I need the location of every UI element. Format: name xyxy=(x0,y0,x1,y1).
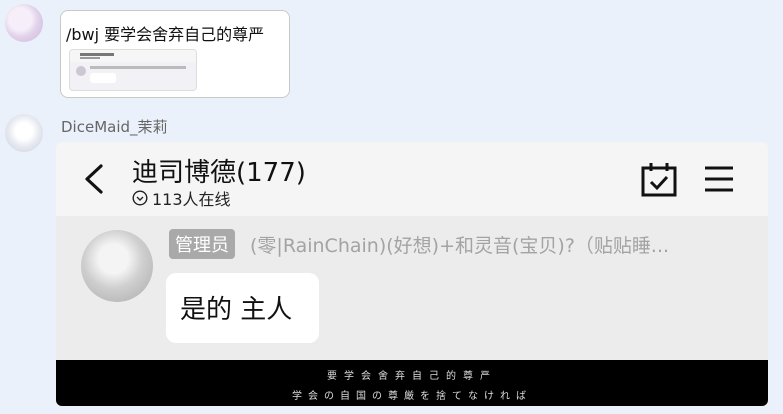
user-message-bubble: /bwj 要学会舍弃自己的尊严 xyxy=(60,10,290,98)
thumbnail-nick-line xyxy=(90,66,186,69)
thumbnail-bubble xyxy=(90,73,116,83)
thumbnail-subtitle-line xyxy=(80,57,100,59)
user-message-text: /bwj 要学会舍弃自己的尊严 xyxy=(66,25,265,44)
caption-line-chinese: 要学会舍弃自己的尊严 xyxy=(327,371,497,382)
thumbnail-title-line xyxy=(80,53,114,56)
caption-bar: 要学会舍弃自己的尊严 学会の自国の尊厳を捨てなければ xyxy=(56,360,768,406)
chevron-down-circle-icon xyxy=(132,190,148,206)
chat-header: 迪司博德(177) 113人在线 xyxy=(56,142,768,216)
member-avatar[interactable] xyxy=(81,230,153,302)
caption-line-japanese: 学会の自国の尊厳を捨てなければ xyxy=(292,391,532,402)
bot-avatar[interactable] xyxy=(5,114,43,152)
bot-sender-name: DiceMaid_茉莉 xyxy=(61,118,168,136)
thumbnail-avatar xyxy=(76,66,86,76)
admin-badge: 管理员 xyxy=(169,229,235,259)
generated-screenshot-image[interactable]: 迪司博德(177) 113人在线 管理员 (零|RainChain)(好想)+和… xyxy=(56,142,768,406)
group-title: 迪司博德(177) xyxy=(132,158,306,188)
calendar-check-icon[interactable] xyxy=(640,162,678,198)
online-status: 113人在线 xyxy=(132,188,231,209)
message-text: 是的 主人 xyxy=(180,295,293,325)
user-avatar[interactable] xyxy=(5,4,43,42)
hamburger-menu-icon[interactable] xyxy=(704,165,734,193)
message-bubble[interactable]: 是的 主人 xyxy=(166,273,319,343)
online-count: 113人在线 xyxy=(152,190,231,209)
screenshot-thumbnail[interactable] xyxy=(69,49,197,91)
thumbnail-header xyxy=(70,50,196,62)
chevron-left-icon[interactable] xyxy=(82,162,106,196)
member-nickname: (零|RainChain)(好想)+和灵音(宝贝)?（贴贴睡... xyxy=(250,235,670,257)
